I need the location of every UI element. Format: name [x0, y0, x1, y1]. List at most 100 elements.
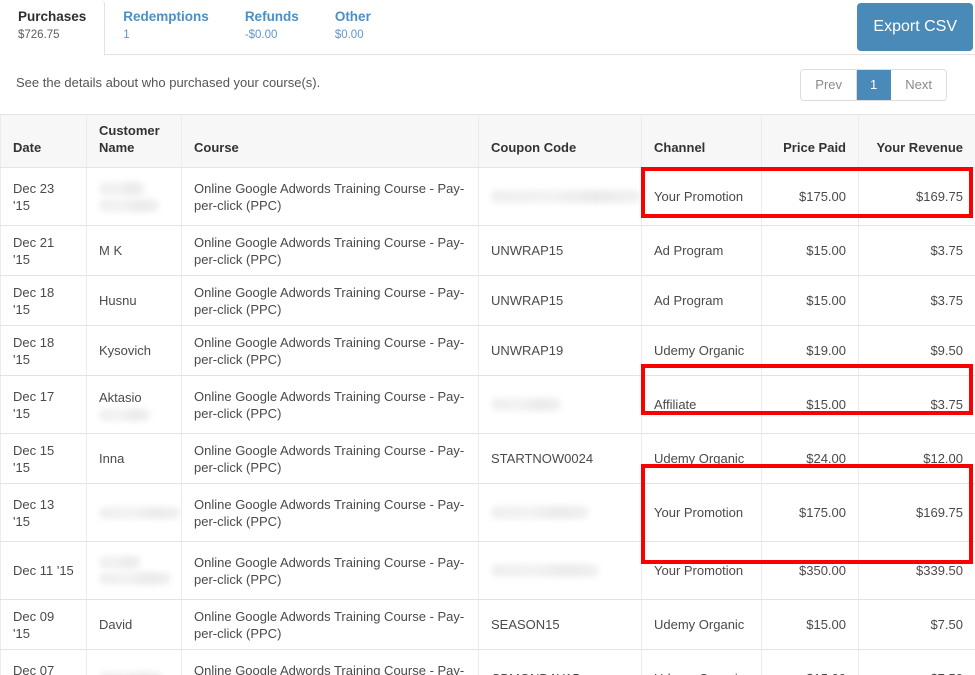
customer-name-text: Aktasio: [99, 390, 142, 405]
cell-date: Dec 07 '15: [1, 650, 87, 675]
earnings-statement-page: Purchases$726.75Redemptions1Refunds-$0.0…: [0, 0, 975, 675]
cell-coupon-code: CBMONDAY15: [479, 650, 642, 675]
tab-bar: Purchases$726.75Redemptions1Refunds-$0.0…: [0, 0, 975, 55]
coupon-code-text: UNWRAP15: [491, 293, 563, 308]
table-header-row: DateCustomer NameCourseCoupon CodeChanne…: [1, 115, 975, 168]
cell-channel: Your Promotion: [642, 484, 762, 542]
cell-price-paid: $350.00: [762, 542, 859, 600]
cell-channel: Udemy Organic: [642, 434, 762, 484]
cell-course: Online Google Adwords Training Course - …: [182, 376, 479, 434]
cell-your-revenue: $169.75: [859, 168, 975, 226]
coupon-code-text: SEASON15: [491, 617, 560, 632]
coupon-code-text: CBMONDAY15: [491, 671, 580, 675]
column-header-price-paid: Price Paid: [762, 115, 859, 168]
cell-customer-name: Kysovich: [87, 326, 182, 376]
cell-date: Dec 21 '15: [1, 226, 87, 276]
cell-coupon-code: [479, 376, 642, 434]
cell-customer-name: M K: [87, 226, 182, 276]
cell-your-revenue: $7.50: [859, 650, 975, 675]
cell-your-revenue: $3.75: [859, 376, 975, 434]
tab-purchases[interactable]: Purchases$726.75: [0, 0, 105, 56]
cell-course: Online Google Adwords Training Course - …: [182, 484, 479, 542]
cell-date: Dec 13 '15: [1, 484, 87, 542]
cell-course: Online Google Adwords Training Course - …: [182, 600, 479, 650]
column-header-customer-name: Customer Name: [87, 115, 182, 168]
purchases-table: DateCustomer NameCourseCoupon CodeChanne…: [0, 114, 975, 675]
cell-channel: Your Promotion: [642, 542, 762, 600]
cell-coupon-code: UNWRAP15: [479, 226, 642, 276]
cell-customer-name: [87, 542, 182, 600]
table-row: Dec 23 '15 Online Google Adwords Training…: [1, 168, 975, 226]
cell-price-paid: $15.00: [762, 600, 859, 650]
cell-price-paid: $19.00: [762, 326, 859, 376]
table-row: Dec 18 '15 Kysovich Online Google Adwords …: [1, 326, 975, 376]
cell-channel: Ad Program: [642, 276, 762, 326]
redacted-name: [99, 572, 171, 585]
cell-course: Online Google Adwords Training Course - …: [182, 542, 479, 600]
cell-date: Dec 18 '15: [1, 276, 87, 326]
redacted-name: [99, 556, 141, 569]
cell-date: Dec 11 '15: [1, 542, 87, 600]
cell-date: Dec 17 '15: [1, 376, 87, 434]
cell-your-revenue: $12.00: [859, 434, 975, 484]
pagination-prev-button[interactable]: Prev: [801, 70, 857, 100]
cell-date: Dec 23 '15: [1, 168, 87, 226]
tab-label: Purchases: [0, 8, 104, 25]
table-row: Dec 15 '15 Inna Online Google Adwords Trai…: [1, 434, 975, 484]
cell-customer-name: Aktasio: [87, 376, 182, 434]
redacted-name: [99, 409, 151, 421]
table-row: Dec 07 '15 Online Google Adwords Training…: [1, 650, 975, 675]
cell-coupon-code: UNWRAP19: [479, 326, 642, 376]
tab-other[interactable]: Other$0.00: [317, 0, 389, 55]
table-row: Dec 09 '15DavidOnline Google Adwords Tra…: [1, 600, 975, 650]
column-header-coupon-code: Coupon Code: [479, 115, 642, 168]
cell-date: Dec 09 '15: [1, 600, 87, 650]
tab-value: $0.00: [317, 25, 389, 43]
coupon-code-text: UNWRAP19: [491, 343, 563, 358]
cell-channel: Udemy Organic: [642, 650, 762, 675]
coupon-code-text: UNWRAP15: [491, 243, 563, 258]
cell-price-paid: $175.00: [762, 168, 859, 226]
cell-price-paid: $15.00: [762, 276, 859, 326]
tab-list: Purchases$726.75Redemptions1Refunds-$0.0…: [0, 0, 389, 55]
cell-customer-name: [87, 650, 182, 675]
column-header-date: Date: [1, 115, 87, 168]
cell-channel: Your Promotion: [642, 168, 762, 226]
export-csv-button[interactable]: Export CSV: [857, 3, 973, 51]
tab-label: Refunds: [227, 8, 317, 25]
cell-course: Online Google Adwords Training Course - …: [182, 168, 479, 226]
customer-name-text: Kysovich: [99, 343, 151, 358]
cell-date: Dec 15 '15: [1, 434, 87, 484]
tab-label: Redemptions: [105, 8, 227, 25]
cell-channel: Affiliate: [642, 376, 762, 434]
cell-coupon-code: SEASON15: [479, 600, 642, 650]
tab-redemptions[interactable]: Redemptions1: [105, 0, 227, 55]
cell-customer-name: David: [87, 600, 182, 650]
redacted-coupon-code: [491, 398, 561, 411]
cell-price-paid: $15.00: [762, 376, 859, 434]
cell-course: Online Google Adwords Training Course - …: [182, 434, 479, 484]
redacted-name: [99, 182, 145, 196]
pagination-page-1[interactable]: 1: [857, 70, 891, 100]
cell-customer-name: [87, 168, 182, 226]
cell-course: Online Google Adwords Training Course - …: [182, 650, 479, 675]
redacted-name: [99, 507, 181, 519]
cell-customer-name: [87, 484, 182, 542]
cell-your-revenue: $9.50: [859, 326, 975, 376]
pagination-next-button[interactable]: Next: [891, 70, 946, 100]
description-text: See the details about who purchased your…: [16, 75, 320, 90]
cell-customer-name: Inna: [87, 434, 182, 484]
cell-your-revenue: $339.50: [859, 542, 975, 600]
cell-price-paid: $15.00: [762, 650, 859, 675]
tab-refunds[interactable]: Refunds-$0.00: [227, 0, 317, 55]
cell-coupon-code: [479, 542, 642, 600]
coupon-code-text: STARTNOW0024: [491, 451, 593, 466]
cell-date: Dec 18 '15: [1, 326, 87, 376]
customer-name-text: Husnu: [99, 293, 137, 308]
cell-price-paid: $24.00: [762, 434, 859, 484]
cell-course: Online Google Adwords Training Course - …: [182, 326, 479, 376]
column-header-your-revenue: Your Revenue: [859, 115, 975, 168]
cell-price-paid: $15.00: [762, 226, 859, 276]
cell-your-revenue: $3.75: [859, 276, 975, 326]
customer-name-text: Inna: [99, 451, 124, 466]
